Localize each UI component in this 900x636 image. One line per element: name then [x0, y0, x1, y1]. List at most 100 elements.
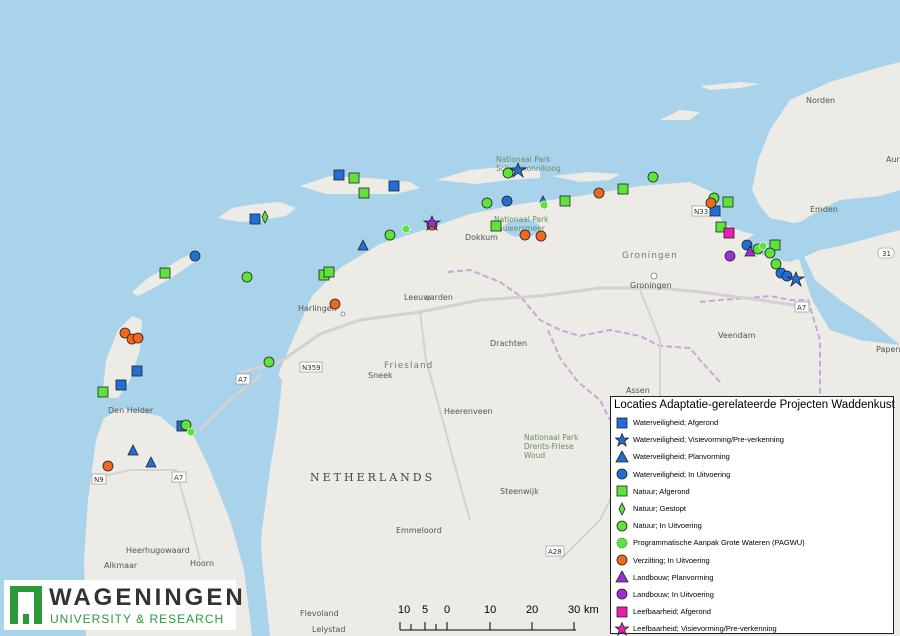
- marker-waterveiligheid-afgerond: [388, 180, 400, 192]
- marker-verzilting-in-uitvoering: [519, 229, 531, 241]
- city-label: Alkmaar: [104, 561, 138, 570]
- legend-label: Programmatische Aanpak Grote Wateren (PA…: [633, 538, 805, 548]
- marker-verzilting-in-uitvoering: [329, 298, 341, 310]
- city-label: Papen: [876, 345, 900, 354]
- city-label: Assen: [626, 386, 650, 395]
- marker-natuur-afgerond: [559, 195, 571, 207]
- province-label: Friesland: [384, 361, 433, 371]
- road-label: A7: [174, 474, 183, 482]
- legend-label: Natuur; Gestopt: [633, 504, 686, 514]
- legend-item: Waterveiligheid; In Uitvoering: [611, 466, 893, 483]
- marker-waterveiligheid-afgerond: [131, 365, 143, 377]
- legend-symbol-circle-icon: [616, 554, 628, 566]
- map-legend: Locaties Adaptatie-gerelateerde Projecte…: [610, 396, 895, 636]
- marker-natuur-afgerond: [490, 220, 502, 232]
- marker-natuur-in-uitvoering: [770, 258, 782, 270]
- city-label: Sneek: [368, 371, 393, 380]
- marker-natuur-in-uitvoering: [263, 356, 275, 368]
- marker-natuur-afgerond: [617, 183, 629, 195]
- legend-item: Natuur; Gestopt: [611, 500, 893, 517]
- marker-natuur-in-uitvoering: [384, 229, 396, 241]
- marker-natuur-afgerond: [323, 266, 335, 278]
- scale-label: 5: [422, 604, 429, 616]
- legend-item: Programmatische Aanpak Grote Wateren (PA…: [611, 534, 893, 551]
- logo-wordmark: WAGENINGEN: [49, 584, 246, 611]
- legend-items: Waterveiligheid; Afgerond Waterveiligheid…: [611, 414, 893, 636]
- city-label: Veendam: [718, 331, 756, 340]
- legend-symbol-square-icon: [616, 485, 628, 497]
- marker-natuur-in-uitvoering: [764, 247, 776, 259]
- legend-item: Natuur; Afgerond: [611, 483, 893, 500]
- marker-natuur-in-uitvoering: [241, 271, 253, 283]
- province-label: Groningen: [622, 251, 678, 261]
- legend-symbol-circle-icon: [616, 589, 628, 600]
- legend-symbol-pagwu-icon: [616, 537, 628, 549]
- legend-label: Leefbaarheid; Visievorming/Pre-verkennin…: [633, 624, 777, 634]
- legend-item: Landbouw; In Uitvoering: [611, 586, 893, 603]
- marker-natuur-in-uitvoering: [502, 167, 514, 179]
- scale-unit: km: [584, 604, 599, 616]
- legend-label: Waterveiligheid; Visievorming/Pre-verken…: [633, 435, 784, 445]
- marker-natuur-in-uitvoering: [647, 171, 659, 183]
- city-label: Emmeloord: [396, 526, 442, 535]
- scale-bar: 10 5 0 10 20 30 km: [398, 604, 603, 634]
- city-label: Groningen: [630, 281, 672, 290]
- city-label: Norden: [806, 96, 835, 105]
- wageningen-logo: WAGENINGEN UNIVERSITY & RESEARCH: [4, 580, 243, 630]
- marker-verzilting-in-uitvoering: [132, 332, 144, 344]
- marker-natuur-in-uitvoering: [481, 197, 493, 209]
- road-label: A28: [548, 548, 562, 556]
- legend-item: Waterveiligheid; Planvorming: [611, 448, 893, 465]
- city-label: Heerhugowaard: [126, 546, 190, 555]
- legend-label: Waterveiligheid; Afgerond: [633, 418, 719, 428]
- city-label: Aur: [886, 155, 900, 164]
- road-label: N33: [694, 208, 708, 216]
- marker-waterveiligheid-in-uitvoering: [781, 270, 793, 282]
- city-label: Heerenveen: [444, 407, 493, 416]
- scale-label: 30: [568, 604, 581, 616]
- legend-label: Landbouw; In Uitvoering: [633, 589, 714, 599]
- marker-waterveiligheid-afgerond: [115, 379, 127, 391]
- marker-verzilting-in-uitvoering: [593, 187, 605, 199]
- marker-natuur-afgerond: [159, 267, 171, 279]
- city-label: Dokkum: [465, 233, 498, 242]
- legend-label: Landbouw; Planvorming: [633, 572, 714, 582]
- marker-waterveiligheid-afgerond: [249, 213, 261, 225]
- road-label: A7: [797, 304, 806, 312]
- legend-item: Waterveiligheid; Afgerond: [611, 414, 893, 431]
- legend-label: Verzilting; In Uitvoering: [633, 555, 710, 565]
- road-label: N359: [302, 364, 321, 372]
- legend-symbol-star-icon: [615, 432, 629, 447]
- legend-label: Waterveiligheid; In Uitvoering: [633, 469, 731, 479]
- legend-symbol-triangle-icon: [615, 570, 629, 583]
- park-label: Nationaal Park Lauwersmeer: [494, 215, 549, 233]
- legend-title: Locaties Adaptatie-gerelateerde Projecte…: [614, 399, 895, 411]
- legend-label: Leefbaarheid; Afgerond: [633, 607, 711, 617]
- wur-logo-icon: [10, 586, 42, 624]
- legend-item: Leefbaarheid; Visievorming/Pre-verkennin…: [611, 620, 893, 636]
- legend-item: Waterveiligheid; Visievorming/Pre-verken…: [611, 431, 893, 448]
- marker-verzilting-in-uitvoering: [102, 460, 114, 472]
- city-label: Drachten: [490, 339, 527, 348]
- city-label: Flevoland: [300, 609, 339, 618]
- scale-label: 10: [484, 604, 497, 616]
- city-label: Emden: [810, 205, 838, 214]
- marker-natuur-afgerond: [358, 187, 370, 199]
- scale-label: 10: [398, 604, 411, 616]
- legend-label: Natuur; Afgerond: [633, 486, 690, 496]
- legend-symbol-diamond-icon: [618, 501, 626, 516]
- legend-item: Landbouw; Planvorming: [611, 569, 893, 586]
- city-label: Leeuwarden: [404, 293, 453, 302]
- city-label: Steenwijk: [500, 487, 539, 496]
- legend-symbol-square-icon: [616, 417, 628, 428]
- marker-verzilting-in-uitvoering: [535, 230, 547, 242]
- legend-item: Leefbaarheid; Afgerond: [611, 603, 893, 620]
- legend-symbol-circle-icon: [616, 520, 628, 532]
- city-label: Hoorn: [190, 559, 214, 568]
- scale-ticks: [399, 622, 576, 631]
- road-label: N9: [94, 476, 104, 484]
- marker-waterveiligheid-afgerond: [333, 169, 345, 181]
- legend-symbol-circle-icon: [616, 468, 628, 480]
- city-label: Den Helder: [108, 406, 154, 415]
- marker-natuur-afgerond: [97, 386, 109, 398]
